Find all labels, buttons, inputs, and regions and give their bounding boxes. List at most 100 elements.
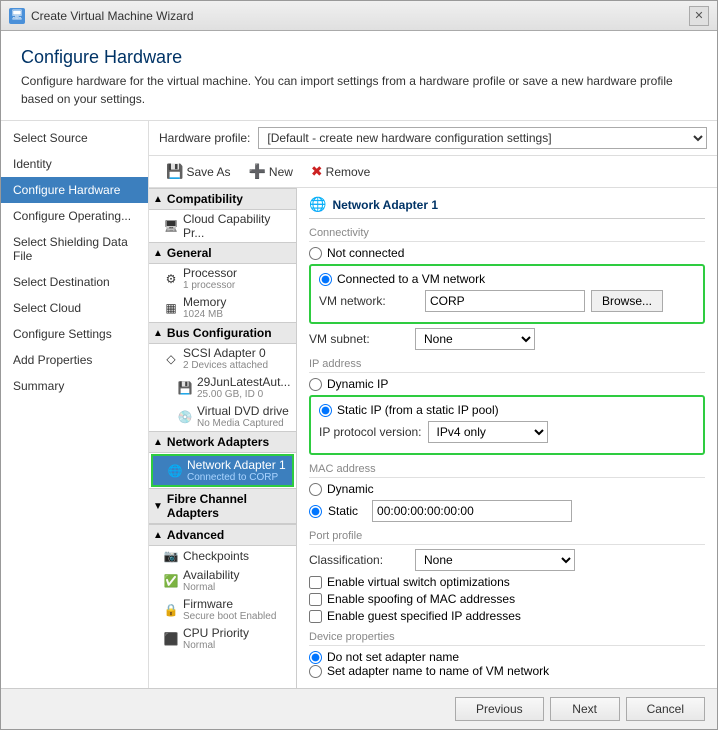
sidebar-item-add-properties[interactable]: Add Properties [1,347,148,373]
sidebar: Select Source Identity Configure Hardwar… [1,121,149,688]
left-tree-panel: ▲ Compatibility 🖥 Cloud Capability Pr...… [149,188,297,688]
mac-address-input[interactable] [372,500,572,522]
scsi-icon: ◇ [163,351,179,367]
dynamic-mac-radio-row: Dynamic [309,482,705,496]
sidebar-item-cloud[interactable]: Select Cloud [1,295,148,321]
network-adapters-header: Network Adapters [167,435,269,449]
classification-select[interactable]: None [415,549,575,571]
connected-vm-radio[interactable] [319,273,332,286]
static-ip-radio-row: Static IP (from a static IP pool) [319,403,695,417]
sidebar-item-configure-os[interactable]: Configure Operating... [1,203,148,229]
main-content: Hardware profile: [Default - create new … [149,121,717,688]
checkbox-virtual-switch: Enable virtual switch optimizations [309,575,705,589]
tree-item-processor[interactable]: ⚙ Processor 1 processor [149,264,296,293]
tree-item-firmware[interactable]: 🔒 Firmware Secure boot Enabled [149,595,296,624]
disk-icon: 💾 [177,380,193,396]
tree-section-network-adapters[interactable]: ▲ Network Adapters [149,431,296,453]
spoof-mac-checkbox[interactable] [309,593,322,606]
remove-label: Remove [326,165,371,179]
collapse-arrow-fibre: ▼ [153,501,163,512]
set-adapter-name-radio[interactable] [309,665,322,678]
browse-button[interactable]: Browse... [591,290,663,312]
new-button[interactable]: ➕ New [241,160,299,183]
collapse-arrow-network: ▲ [153,437,163,448]
vm-network-input[interactable] [425,290,585,312]
fibre-header: Fibre Channel Adapters [167,492,292,520]
static-ip-radio[interactable] [319,404,332,417]
tree-item-checkpoints[interactable]: 📷 Checkpoints [149,546,296,566]
cloud-capability-icon: 🖥 [163,218,179,234]
tree-section-bus-config[interactable]: ▲ Bus Configuration [149,322,296,344]
vm-subnet-select[interactable]: None [415,328,535,350]
page-description: Configure hardware for the virtual machi… [21,72,697,108]
dynamic-mac-radio[interactable] [309,483,322,496]
dynamic-ip-radio[interactable] [309,378,322,391]
tree-section-fibre[interactable]: ▼ Fibre Channel Adapters [149,488,296,524]
dynamic-mac-label: Dynamic [327,482,374,496]
static-ip-label: Static IP (from a static IP pool) [337,403,499,417]
advanced-header: Advanced [167,528,224,542]
device-props-section-header: Device properties [309,631,705,646]
static-mac-label: Static [328,504,358,518]
tree-item-availability[interactable]: ✅ Availability Normal [149,566,296,595]
guest-ip-label: Enable guest specified IP addresses [327,609,521,623]
remove-icon: ✖ [311,163,323,180]
ip-protocol-label: IP protocol version: [319,425,422,439]
not-connected-radio[interactable] [309,247,322,260]
tree-item-network-adapter-1[interactable]: 🌐 Network Adapter 1 Connected to CORP [151,454,294,487]
compatibility-header: Compatibility [167,192,243,206]
tree-item-disk[interactable]: 💾 29JunLatestAut... 25.00 GB, ID 0 [149,373,296,402]
connected-vm-label: Connected to a VM network [337,272,485,286]
two-panel-area: ▲ Compatibility 🖥 Cloud Capability Pr...… [149,188,717,688]
sidebar-item-summary[interactable]: Summary [1,373,148,399]
next-button[interactable]: Next [550,697,620,721]
toolbar: 💾 Save As ➕ New ✖ Remove [149,156,717,188]
title-bar: 🖥 Create Virtual Machine Wizard ✕ [1,1,717,31]
checkpoints-icon: 📷 [163,548,179,564]
set-adapter-name-row: Set adapter name to name of VM network [309,664,705,678]
no-adapter-name-radio[interactable] [309,651,322,664]
content-area: Select Source Identity Configure Hardwar… [1,121,717,688]
vm-subnet-row: VM subnet: None [309,328,705,350]
tree-section-compatibility[interactable]: ▲ Compatibility [149,188,296,210]
ip-protocol-select[interactable]: IPv4 only [428,421,548,443]
sidebar-item-select-source[interactable]: Select Source [1,125,148,151]
remove-button[interactable]: ✖ Remove [304,160,377,183]
tree-item-cloud-capability[interactable]: 🖥 Cloud Capability Pr... [149,210,296,242]
page-header: Configure Hardware Configure hardware fo… [1,31,717,121]
tree-item-cpu-priority[interactable]: ⬛ CPU Priority Normal [149,624,296,653]
dynamic-ip-label: Dynamic IP [327,377,388,391]
no-adapter-name-label: Do not set adapter name [327,650,459,664]
not-connected-label: Not connected [327,246,404,260]
collapse-arrow-advanced: ▲ [153,530,163,541]
sidebar-item-configure-hardware[interactable]: Configure Hardware [1,177,148,203]
mac-address-section-header: MAC address [309,463,705,478]
no-adapter-name-row: Do not set adapter name [309,650,705,664]
connected-vm-box: Connected to a VM network VM network: Br… [309,264,705,324]
virtual-switch-label: Enable virtual switch optimizations [327,575,510,589]
sidebar-item-destination[interactable]: Select Destination [1,269,148,295]
not-connected-radio-row: Not connected [309,246,705,260]
spoof-mac-label: Enable spoofing of MAC addresses [327,592,515,606]
virtual-switch-checkbox[interactable] [309,576,322,589]
sidebar-item-identity[interactable]: Identity [1,151,148,177]
static-mac-radio[interactable] [309,505,322,518]
save-as-button[interactable]: 💾 Save As [159,160,237,183]
memory-icon: ▦ [163,300,179,316]
hardware-profile-select[interactable]: [Default - create new hardware configura… [258,127,707,149]
previous-button[interactable]: Previous [455,697,544,721]
guest-ip-checkbox[interactable] [309,610,322,623]
sidebar-item-shielding[interactable]: Select Shielding Data File [1,229,148,269]
tree-section-general[interactable]: ▲ General [149,242,296,264]
cancel-button[interactable]: Cancel [626,697,705,721]
checkbox-guest-ip: Enable guest specified IP addresses [309,609,705,623]
tree-item-scsi[interactable]: ◇ SCSI Adapter 0 2 Devices attached [149,344,296,373]
right-detail-panel: 🌐 Network Adapter 1 Connectivity Not con… [297,188,717,688]
tree-item-memory[interactable]: ▦ Memory 1024 MB [149,293,296,322]
tree-section-advanced[interactable]: ▲ Advanced [149,524,296,546]
new-icon: ➕ [248,163,265,180]
close-button[interactable]: ✕ [689,6,709,26]
tree-item-dvd[interactable]: 💿 Virtual DVD drive No Media Captured [149,402,296,431]
new-label: New [269,165,293,179]
sidebar-item-settings[interactable]: Configure Settings [1,321,148,347]
